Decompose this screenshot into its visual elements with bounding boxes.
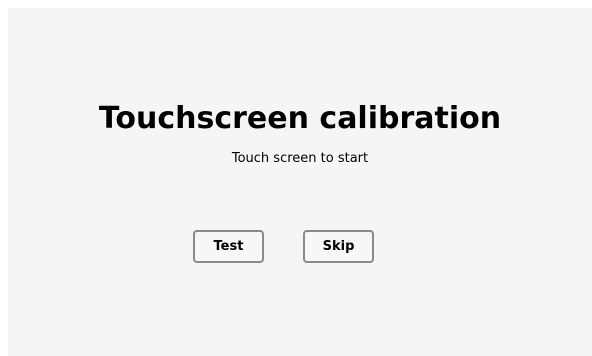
calibration-screen[interactable]: Touchscreen calibration Touch screen to … bbox=[8, 8, 592, 356]
skip-button[interactable]: Skip bbox=[303, 230, 374, 263]
instruction-text: Touch screen to start bbox=[231, 151, 369, 166]
test-button[interactable]: Test bbox=[193, 230, 264, 263]
page-title: Touchscreen calibration bbox=[98, 101, 502, 136]
